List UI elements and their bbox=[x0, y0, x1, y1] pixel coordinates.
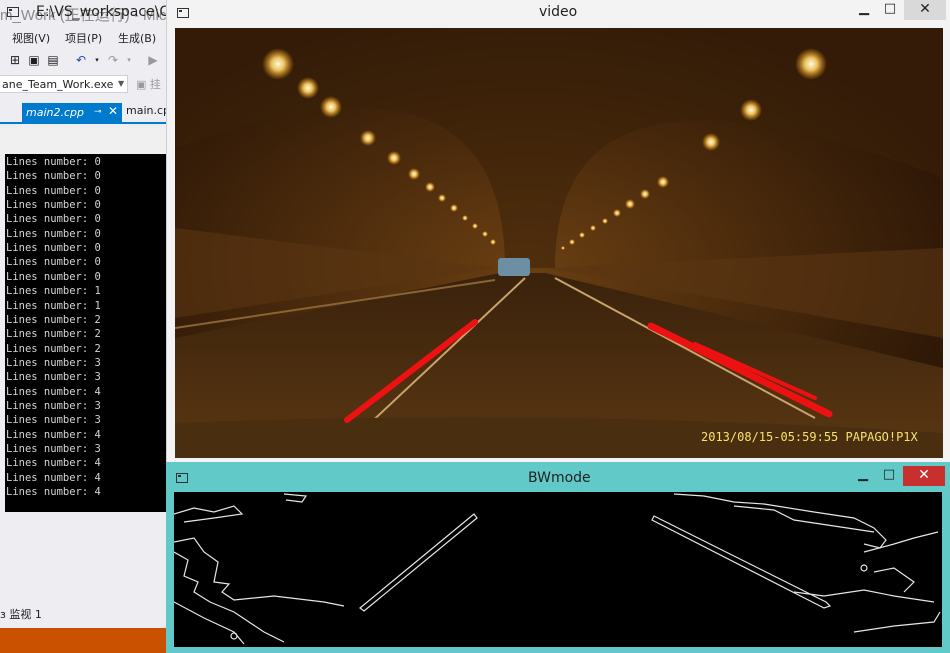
video-frame bbox=[175, 28, 943, 458]
close-button[interactable]: ✕ bbox=[903, 466, 945, 486]
window-icon bbox=[176, 473, 188, 483]
menu-project[interactable]: 项目(P) bbox=[65, 30, 102, 46]
console-title: E:\VS_workspace\C+ bbox=[36, 4, 181, 20]
console-line: Lines number: 4 bbox=[6, 457, 101, 470]
menu-build[interactable]: 生成(B) bbox=[118, 30, 156, 46]
attach-label: 挂 bbox=[149, 78, 161, 91]
console-line: Lines number: 3 bbox=[6, 414, 101, 427]
console-line: Lines number: 4 bbox=[6, 385, 101, 398]
window-icon bbox=[177, 8, 189, 18]
open-file-icon[interactable]: ⊞ bbox=[8, 53, 22, 67]
console-line: Lines number: 3 bbox=[6, 443, 101, 455]
attach-button[interactable]: ▣ 挂 bbox=[136, 76, 161, 92]
bwmode-window[interactable]: BWmode ▁ □ ✕ bbox=[166, 462, 950, 653]
attach-icon: ▣ bbox=[136, 78, 150, 91]
console-window-icon bbox=[7, 7, 19, 17]
console-line: Lines number: 2 bbox=[6, 313, 101, 326]
console-line: Lines number: 4 bbox=[6, 428, 101, 441]
tab-main-cpp[interactable]: main.cp bbox=[126, 104, 170, 117]
console-line: Lines number: 3 bbox=[6, 371, 101, 384]
watch-label: 监视 1 bbox=[9, 608, 42, 621]
redo-icon[interactable]: ↷ bbox=[106, 53, 120, 67]
console-line: Lines number: 0 bbox=[6, 227, 101, 240]
watch-panel-tab[interactable]: ɜ 监视 1 bbox=[0, 606, 42, 622]
console-output: Lines number: 0 Lines number: 0 Lines numb… bbox=[5, 154, 167, 512]
watch-prefix: ɜ bbox=[0, 608, 6, 621]
pin-icon[interactable]: ⊸ bbox=[94, 103, 102, 122]
minimize-button[interactable]: ▁ bbox=[853, 0, 875, 20]
minimize-button[interactable]: ▁ bbox=[852, 466, 874, 486]
startup-target-dropdown[interactable]: ane_Team_Work.exe bbox=[0, 75, 128, 93]
save-all-icon[interactable]: ▤ bbox=[46, 53, 60, 67]
console-line: Lines number: 0 bbox=[6, 270, 101, 283]
start-debug-icon[interactable]: ▶ bbox=[146, 53, 160, 67]
bwmode-window-title: BWmode bbox=[528, 470, 591, 486]
console-line: Lines number: 1 bbox=[6, 299, 101, 312]
undo-dropdown-icon[interactable]: ▾ bbox=[90, 53, 104, 67]
vs-status-bar bbox=[0, 628, 168, 653]
save-icon[interactable]: ▣ bbox=[27, 53, 41, 67]
console-line: Lines number: 2 bbox=[6, 328, 101, 341]
chevron-down-icon[interactable]: ▼ bbox=[118, 79, 124, 88]
video-timestamp: 2013/08/15-05:59:55 PAPAGO!P1X bbox=[701, 430, 918, 444]
close-icon[interactable]: ✕ bbox=[108, 102, 118, 121]
console-line: Lines number: 0 bbox=[6, 170, 101, 183]
console-line: Lines number: 3 bbox=[6, 356, 101, 369]
redo-dropdown-icon[interactable]: ▾ bbox=[122, 53, 136, 67]
maximize-button[interactable]: □ bbox=[878, 466, 900, 486]
console-line: Lines number: 0 bbox=[6, 156, 101, 168]
close-button[interactable]: ✕ bbox=[904, 0, 946, 20]
undo-icon[interactable]: ↶ bbox=[74, 53, 88, 67]
tab-main2-cpp[interactable]: main2.cpp ⊸ ✕ bbox=[22, 103, 122, 122]
vs-toolbar: ⊞ ▣ ▤ ↶ ▾ ↷ ▾ ▶ bbox=[0, 50, 170, 72]
video-window-title: video bbox=[539, 4, 578, 20]
console-line: Lines number: 4 bbox=[6, 486, 101, 499]
console-line: Lines number: 3 bbox=[6, 399, 101, 412]
console-line: Lines number: 0 bbox=[6, 184, 101, 197]
edge-frame bbox=[174, 492, 942, 647]
console-line: Lines number: 0 bbox=[6, 242, 101, 255]
tab-label: main2.cpp bbox=[26, 106, 84, 119]
menu-view[interactable]: 视图(V) bbox=[12, 30, 50, 46]
video-window[interactable]: video ▁ □ ✕ 2013/08/15-05:59:55 PAPAGO!P… bbox=[166, 0, 950, 462]
console-line: Lines number: 0 bbox=[6, 213, 101, 226]
console-line: Lines number: 1 bbox=[6, 285, 101, 298]
vs-lower-panel bbox=[0, 512, 168, 602]
console-line: Lines number: 4 bbox=[6, 471, 101, 484]
console-line: Lines number: 2 bbox=[6, 342, 101, 355]
console-titlebar[interactable] bbox=[0, 128, 168, 154]
console-line: Lines number: 0 bbox=[6, 199, 101, 212]
console-line: Lines number: 0 bbox=[6, 256, 101, 269]
maximize-button[interactable]: □ bbox=[879, 0, 901, 20]
